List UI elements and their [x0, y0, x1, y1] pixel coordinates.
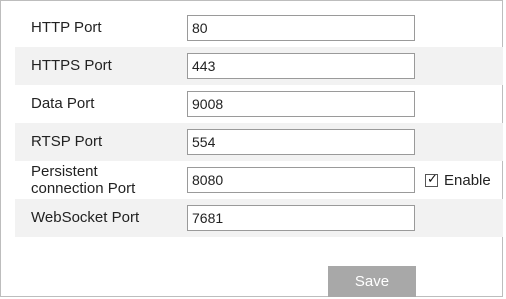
http-port-label: HTTP Port [31, 19, 102, 36]
http-port-row: HTTP Port [15, 9, 503, 47]
data-port-row: Data Port [15, 85, 503, 123]
websocket-port-input[interactable] [187, 205, 415, 231]
websocket-port-row: WebSocket Port [15, 199, 503, 237]
rtsp-port-input[interactable] [187, 129, 415, 155]
https-port-row: HTTPS Port [15, 47, 503, 85]
port-settings-form: HTTP Port HTTPS Port Data Port RTSP Port… [15, 9, 503, 237]
https-port-label: HTTPS Port [31, 57, 112, 74]
enable-checkbox-control[interactable]: ✓ Enable [425, 161, 491, 199]
persistent-connection-port-row: Persistent connection Port ✓ Enable [15, 161, 503, 199]
persistent-connection-port-label-line2: connection Port [31, 180, 136, 197]
save-button[interactable]: Save [328, 266, 416, 297]
enable-checkbox[interactable]: ✓ [425, 171, 438, 187]
rtsp-port-row: RTSP Port [15, 123, 503, 161]
rtsp-port-label: RTSP Port [31, 133, 103, 150]
data-port-input[interactable] [187, 91, 415, 117]
data-port-label: Data Port [31, 95, 95, 112]
https-port-input[interactable] [187, 53, 415, 79]
checkmark-icon: ✓ [427, 171, 438, 187]
persistent-connection-port-label: Persistent connection Port [31, 161, 181, 199]
enable-label: Enable [444, 171, 491, 189]
persistent-connection-port-input[interactable] [187, 167, 415, 193]
port-settings-panel: HTTP Port HTTPS Port Data Port RTSP Port… [0, 0, 503, 297]
http-port-input[interactable] [187, 15, 415, 41]
persistent-connection-port-label-line1: Persistent [31, 163, 98, 180]
websocket-port-label: WebSocket Port [31, 209, 140, 226]
